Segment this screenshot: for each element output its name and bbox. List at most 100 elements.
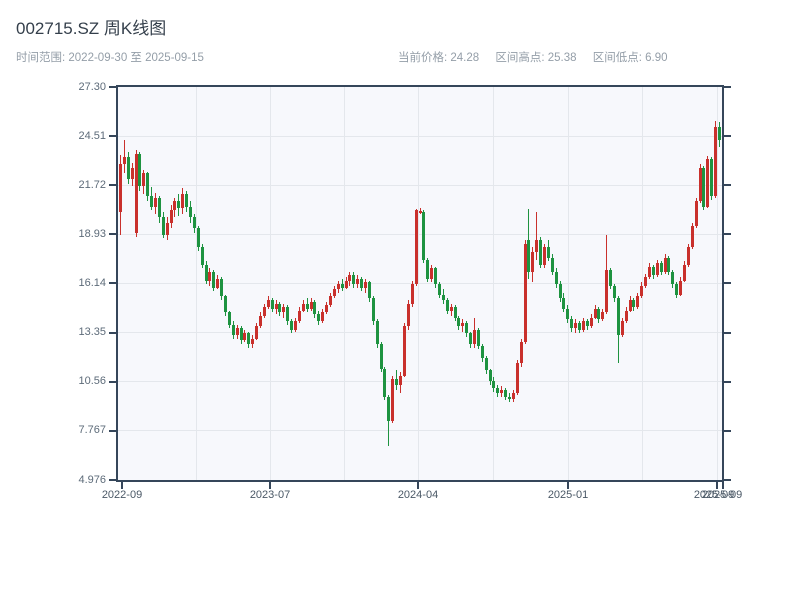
y-axis-label: 24.51 [54, 130, 106, 142]
candle [201, 247, 204, 265]
candle [360, 279, 363, 288]
candle [683, 265, 686, 281]
candle [391, 379, 394, 421]
candle [512, 393, 515, 398]
x-axis-tick [567, 482, 569, 489]
candle [586, 321, 589, 326]
price-stats: 当前价格: 24.28 区间高点: 25.38 区间低点: 6.90 [398, 49, 681, 65]
candle [574, 323, 577, 328]
v-gridline [493, 87, 494, 480]
candle [539, 240, 542, 265]
candle [135, 154, 138, 233]
candle [345, 281, 348, 288]
candle [325, 305, 328, 312]
candle [702, 168, 705, 207]
candle [613, 286, 616, 298]
candle [263, 307, 266, 316]
y-axis-tick-left [109, 233, 116, 235]
h-gridline [118, 185, 722, 186]
y-axis-tick-right [724, 479, 731, 481]
y-axis-label: 16.14 [54, 277, 106, 289]
candle [236, 328, 239, 335]
candle [298, 311, 301, 322]
candle [173, 201, 176, 210]
candle [411, 284, 414, 303]
v-gridline [270, 87, 271, 480]
candle [485, 358, 488, 370]
candle [714, 127, 717, 196]
candlestick-plot-area [116, 85, 724, 482]
y-axis-tick-left [109, 430, 116, 432]
candle [543, 247, 546, 265]
candle [570, 319, 573, 328]
candle [282, 307, 285, 312]
x-axis-tick [722, 482, 724, 489]
candle [419, 211, 422, 213]
candle [216, 279, 219, 288]
candle [372, 298, 375, 321]
candle [275, 304, 278, 309]
candle [138, 154, 141, 186]
candle [590, 318, 593, 327]
candle [442, 295, 445, 300]
current-price-stat: 当前价格: 24.28 [398, 52, 479, 64]
v-gridline [717, 87, 718, 480]
candle [496, 388, 499, 393]
candle [535, 240, 538, 252]
candle [675, 284, 678, 295]
y-axis-tick-left [109, 332, 116, 334]
candle [508, 397, 511, 399]
candle [644, 277, 647, 286]
candle [119, 164, 122, 212]
candle [660, 263, 663, 272]
candle [220, 279, 223, 297]
y-axis-label: 7.767 [54, 424, 106, 436]
candle [640, 286, 643, 297]
candle [259, 316, 262, 327]
candle [500, 390, 503, 394]
candle [617, 298, 620, 335]
candle [368, 282, 371, 298]
candle [376, 321, 379, 344]
candle [142, 173, 145, 185]
candle [531, 252, 534, 271]
candle [679, 281, 682, 295]
candlestick-plot-canvas [118, 87, 722, 480]
candle [601, 312, 604, 319]
candle [706, 159, 709, 207]
candle [197, 228, 200, 247]
candle [718, 127, 721, 140]
range-low-stat: 区间低点: 6.90 [593, 52, 668, 64]
candle [251, 339, 254, 344]
candle [317, 314, 320, 321]
x-axis-label: 2022-09 [102, 489, 142, 501]
candle [438, 284, 441, 295]
candle [473, 330, 476, 344]
candle [578, 323, 581, 330]
h-gridline [118, 381, 722, 382]
candle [664, 258, 667, 272]
candle [430, 268, 433, 279]
candle [177, 201, 180, 208]
candle [710, 159, 713, 196]
candle [547, 247, 550, 258]
y-axis-label: 27.30 [54, 81, 106, 93]
y-axis-tick-right [724, 381, 731, 383]
candle [434, 268, 437, 284]
h-gridline [118, 136, 722, 137]
candle [271, 300, 274, 309]
candle [594, 309, 597, 318]
candle [127, 157, 130, 178]
candle [555, 272, 558, 284]
candle [306, 304, 309, 309]
y-axis-tick-right [724, 86, 731, 88]
y-axis-tick-left [109, 135, 116, 137]
y-axis-tick-left [109, 282, 116, 284]
candle [667, 258, 670, 272]
y-axis-tick-left [109, 184, 116, 186]
candle [146, 173, 149, 196]
candle [621, 321, 624, 335]
candle [310, 302, 313, 309]
candle [170, 210, 173, 222]
candle [625, 311, 628, 322]
